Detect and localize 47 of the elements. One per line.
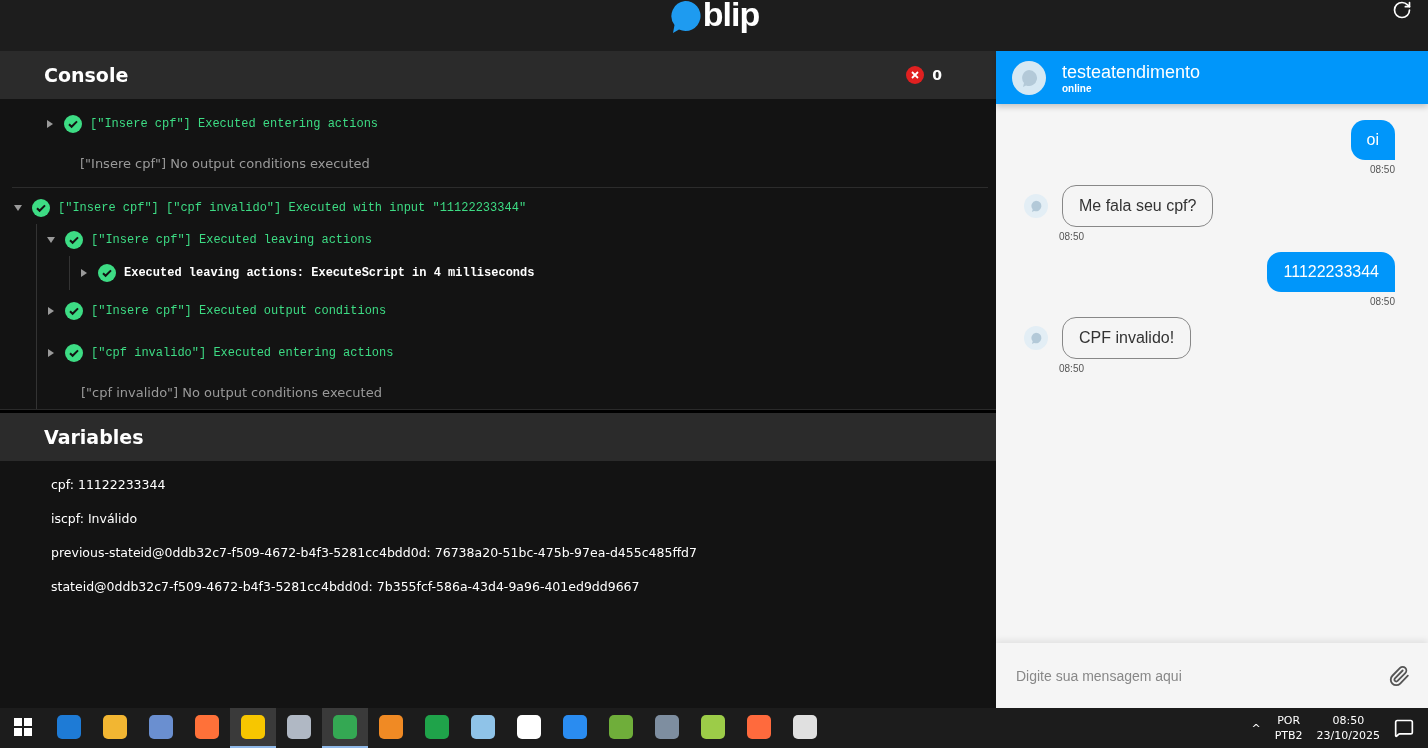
contact-status: online [1062,82,1093,94]
error-count: 0 [932,67,942,83]
variable-entry: previous-stateid@0ddb32c7-f509-4672-b4f3-5281cc4bdd0d: 76738a20-51bc-475b-97ea-d455c485ffd7 [51,544,698,562]
bot-avatar-icon [1024,194,1048,218]
check-icon [98,264,116,282]
collapse-caret-icon[interactable] [45,236,57,244]
tray-arrow[interactable]: ^ [1251,721,1261,735]
received-message: CPF invalido! [1062,317,1192,359]
message-time: 08:50 [1369,164,1395,175]
check-icon [64,115,82,133]
variable-entry: iscpf: Inválido [51,510,139,528]
log-entry: ["Insere cpf"] Executed leaving actions [91,233,372,247]
error-icon [906,66,925,84]
language-indicator[interactable]: POR PTB2 [1274,713,1303,743]
sent-message: 11122233344 [1267,252,1395,292]
received-message: Me fala seu cpf? [1062,185,1214,227]
panel-title: Console [44,64,129,86]
notification-icon[interactable] [1394,718,1414,738]
log-message: ["cpf invalido"] No output conditions executed [80,383,383,402]
message-time: 08:50 [1369,296,1395,307]
check-icon [65,302,83,320]
check-icon [32,199,50,217]
log-entry: ["Insere cpf"] Executed entering actions [90,117,379,131]
logo: blip [702,0,760,34]
message-time: 08:50 [1059,231,1085,242]
log-entry: ["Insere cpf"] Executed output conditions [91,304,387,318]
check-icon [65,231,83,249]
message-time: 08:50 [1059,363,1085,374]
check-icon [65,344,83,362]
speech-bubble-logo-icon [668,0,701,33]
log-entry: Executed leaving actions: ExecuteScript in 4 milliseconds [124,266,535,280]
taskbar-app[interactable] [230,708,276,748]
bot-avatar-icon [1024,326,1048,350]
variable-entry: stateid@0ddb32c7-f509-4672-b4f3-5281cc4bdd0d: 7b355fcf-586a-43d4-9a96-401ed9dd9667 [51,578,641,596]
log-entry: ["cpf invalido"] Executed entering actions [91,346,394,360]
panel-title: Variables [44,426,144,448]
avatar-icon [1012,60,1046,95]
paperclip-icon[interactable] [1388,664,1410,687]
contact-name: testeatendimento [1062,61,1201,83]
clock[interactable]: 08:50 23/10/2025 [1316,713,1380,743]
refresh-icon[interactable] [1392,0,1412,20]
variable-entry: cpf: 11122233344 [51,476,167,494]
sent-message: oi [1350,120,1395,160]
message-input[interactable]: Digite sua mensagem aqui [1014,666,1378,685]
log-message: ["Insere cpf"] No output conditions executed [79,154,371,173]
log-entry: ["Insere cpf"] ["cpf invalido"] Executed with input "11122233344" [58,201,527,215]
collapse-caret-icon[interactable] [12,204,24,212]
